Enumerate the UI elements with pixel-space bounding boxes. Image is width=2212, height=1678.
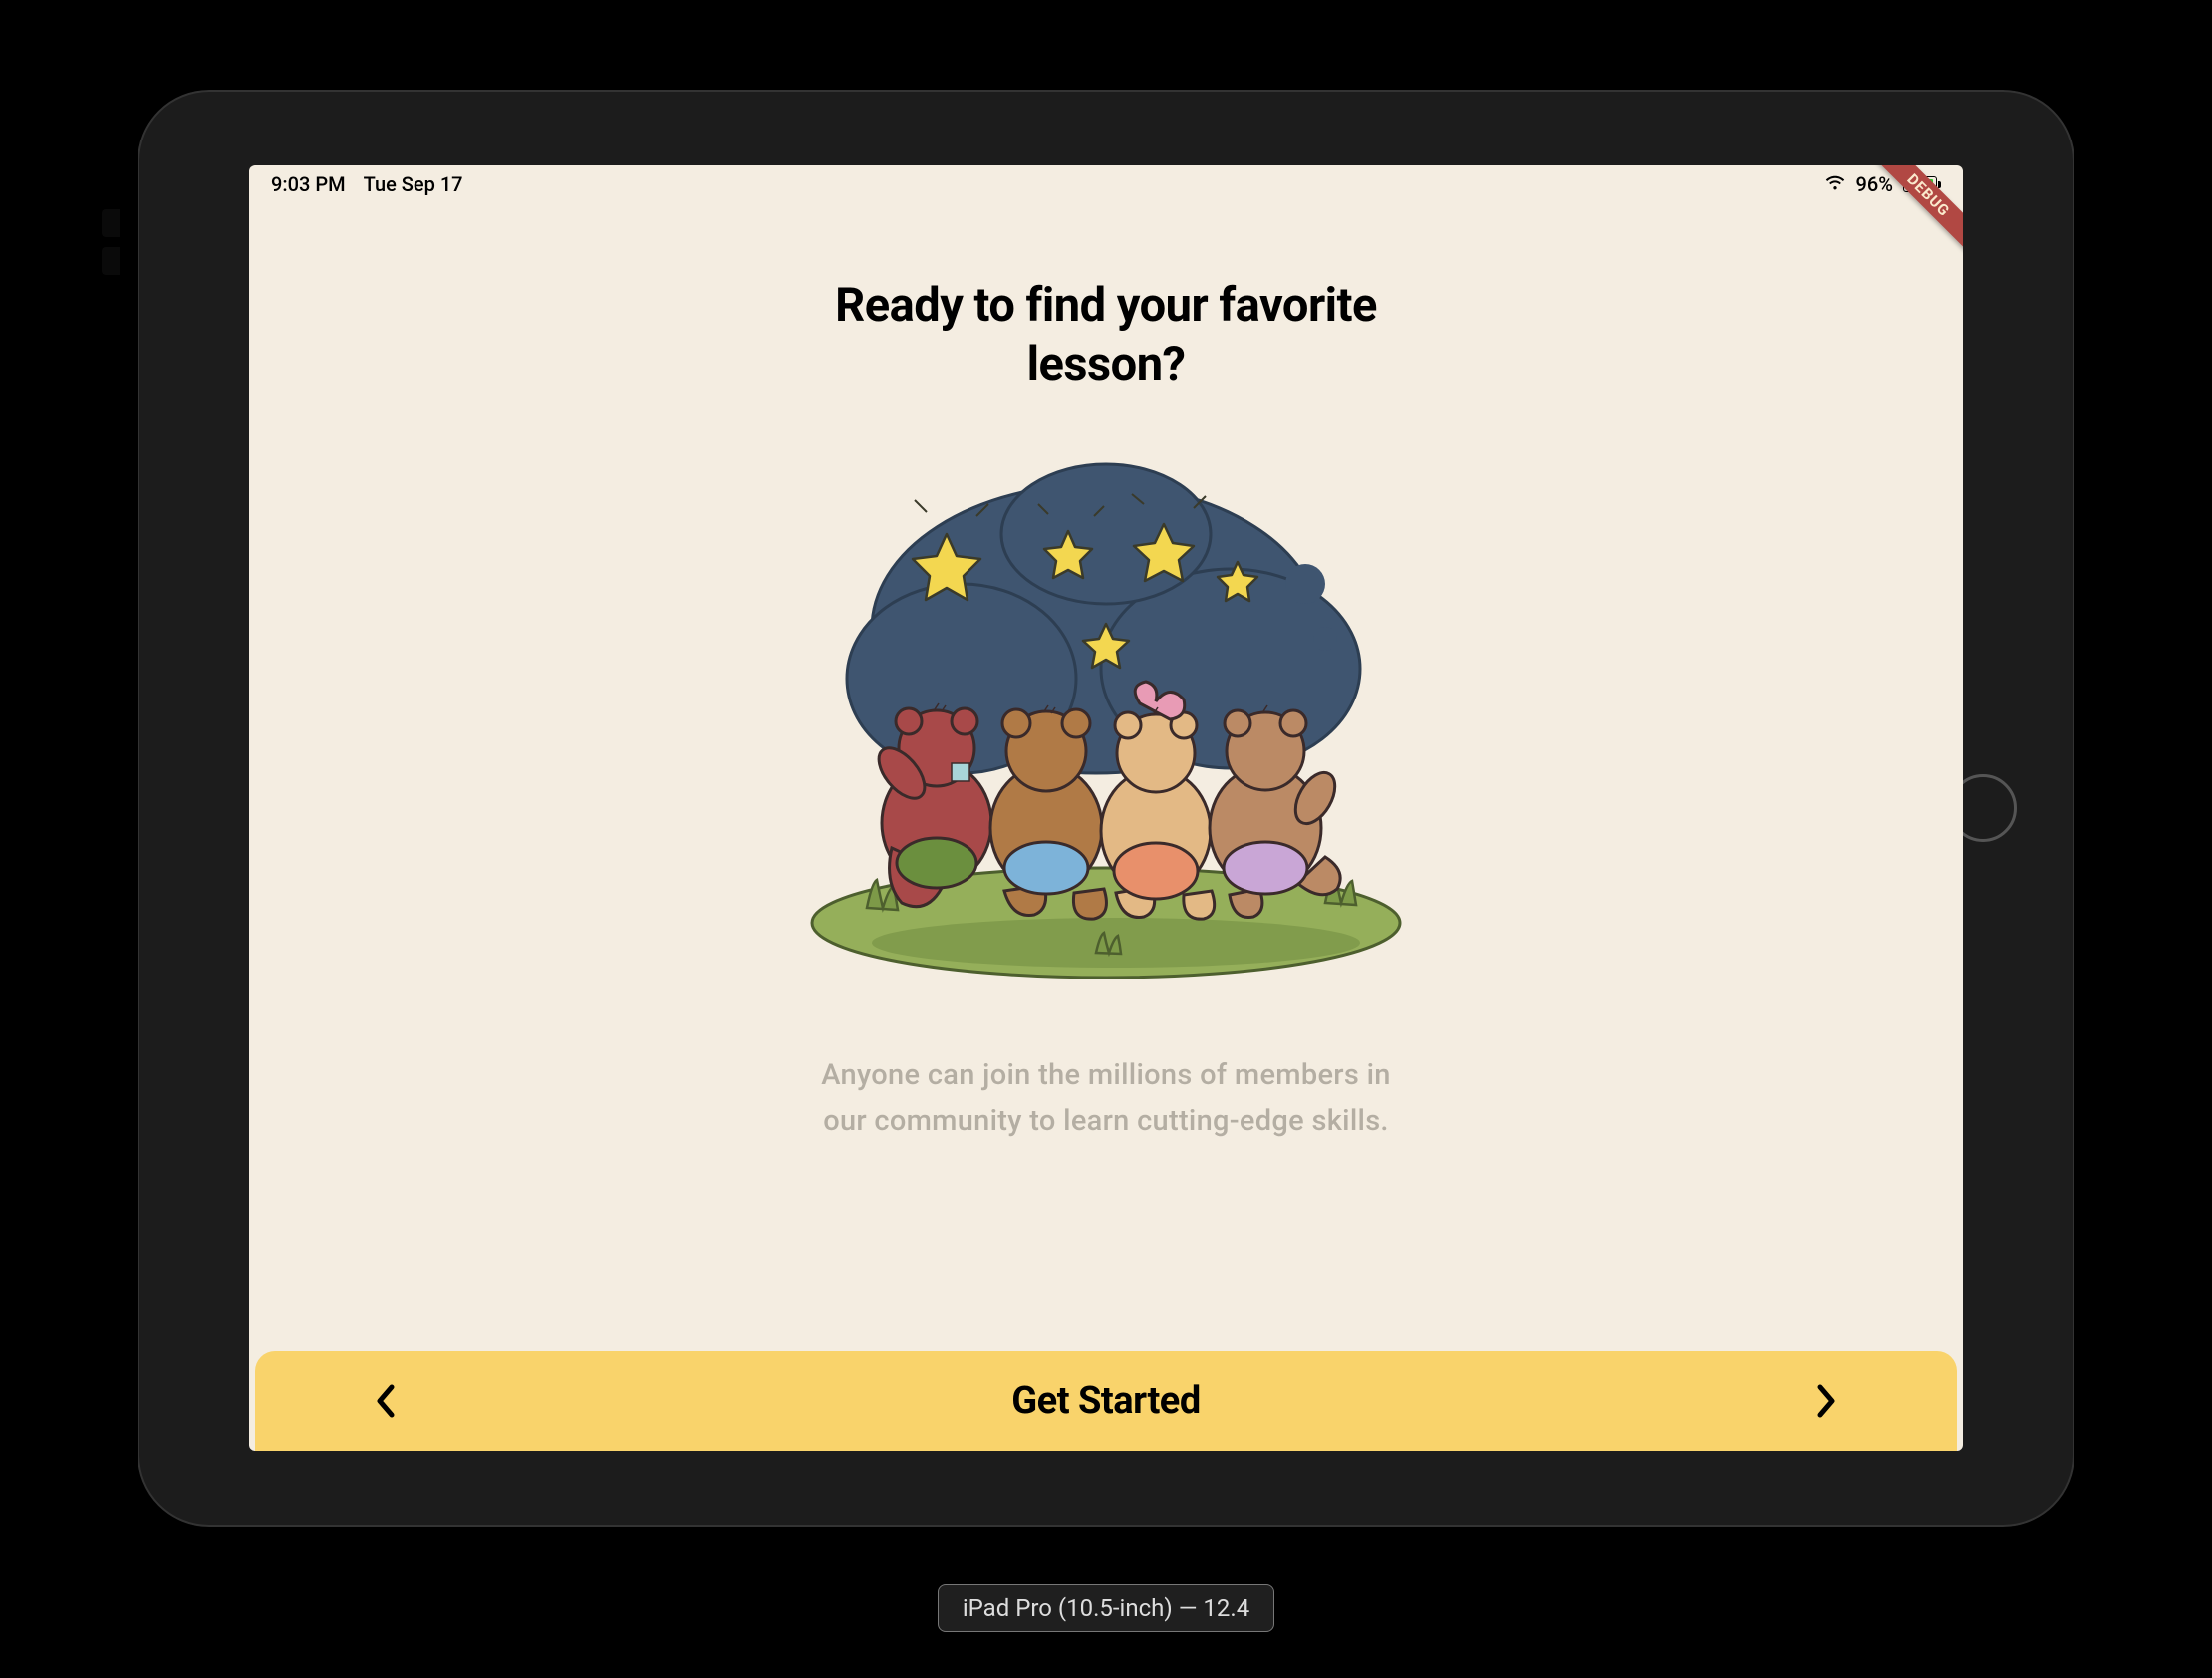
simulator-device-label: iPad Pro (10.5-inch) — 12.4 (938, 1584, 1274, 1632)
ipad-device-frame: 9:03 PM Tue Sep 17 96% DEBUG Ready to fi… (120, 72, 2092, 1544)
onboarding-heading: Ready to find your favorite lesson? (757, 277, 1455, 395)
app-screen: 9:03 PM Tue Sep 17 96% DEBUG Ready to fi… (249, 165, 1963, 1451)
onboarding-content: Ready to find your favorite lesson? (249, 197, 1963, 1351)
wifi-icon (1824, 172, 1846, 196)
battery-percent: 96% (1856, 172, 1893, 196)
onboarding-subheading: Anyone can join the millions of members … (797, 1052, 1415, 1145)
status-bar: 9:03 PM Tue Sep 17 96% (249, 165, 1963, 197)
next-button[interactable] (1807, 1384, 1847, 1418)
get-started-button[interactable]: Get Started (1011, 1379, 1200, 1423)
onboarding-illustration (787, 454, 1425, 992)
prev-button[interactable] (365, 1384, 405, 1418)
volume-buttons (102, 209, 138, 279)
status-time: 9:03 PM (271, 172, 346, 196)
bottom-nav-bar: Get Started (255, 1351, 1957, 1451)
status-date: Tue Sep 17 (364, 172, 463, 196)
